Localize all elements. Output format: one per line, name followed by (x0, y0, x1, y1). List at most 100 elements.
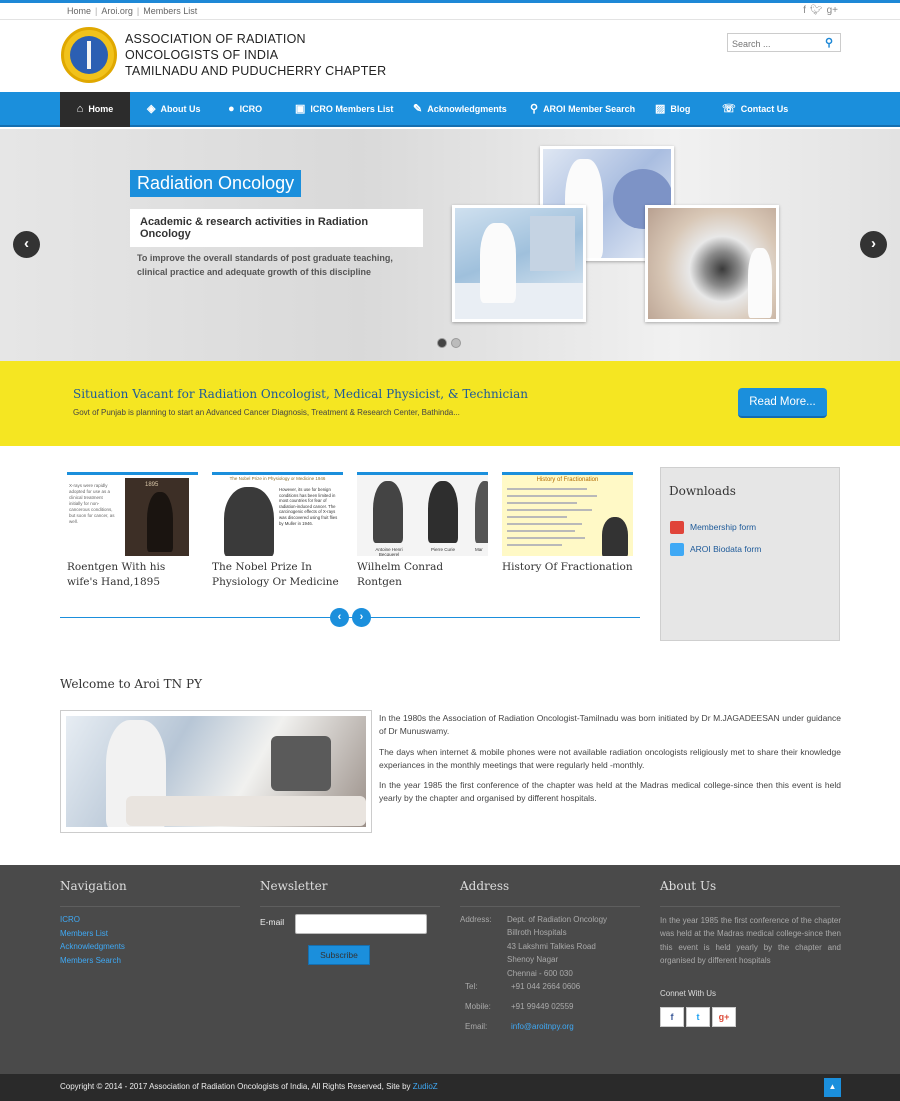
nav-item-contact-us[interactable]: ☏ Contact Us (722, 92, 788, 127)
slide-photo-linac (452, 205, 586, 322)
text-line (507, 530, 575, 532)
subscribe-button[interactable]: Subscribe (308, 945, 370, 965)
downloads-panel: Downloads Membership form AROI Biodata f… (660, 467, 840, 641)
search-box: ⚲ (727, 33, 841, 53)
portrait-figure (224, 487, 274, 556)
welcome-image (60, 710, 372, 833)
read-more-button[interactable]: Read More... (738, 388, 827, 418)
scientist-name: Antoine Henri Becquerel (375, 547, 403, 556)
top-link-members-list[interactable]: Members List (143, 6, 197, 16)
vacancy-banner: Situation Vacant for Radiation Oncologis… (0, 361, 900, 446)
footer-link-icro[interactable]: ICRO (60, 915, 80, 924)
carousel-item[interactable]: Antoine Henri Becquerel Pierre Curie Mar… (357, 472, 488, 590)
newsletter-email-label: E-mail (260, 917, 285, 927)
nurse-figure (748, 248, 772, 318)
copyright-text: Copyright © 2014 - 2017 Association of R… (60, 1082, 438, 1091)
slider-next-button[interactable]: › (860, 231, 887, 258)
logo-emblem (70, 36, 108, 74)
download-biodata-form[interactable]: AROI Biodata form (670, 543, 761, 556)
slider-pagination (437, 335, 465, 353)
twitter-icon[interactable]: 🐦︎ (810, 5, 823, 16)
footer-link-members-list[interactable]: Members List (60, 929, 108, 938)
search-input[interactable] (728, 35, 814, 53)
nav-item-acknowledgments[interactable]: ✎ Acknowledgments (413, 92, 507, 127)
welcome-paragraph: The days when internet & mobile phones w… (379, 746, 841, 770)
top-social: f 🐦︎ g+ (799, 5, 838, 16)
downloads-title: Downloads (669, 484, 736, 498)
carousel-caption[interactable]: History Of Fractionation (502, 560, 633, 575)
carousel-image-fractionation: History of Fractionation (502, 472, 633, 556)
carousel-image-title: The Nobel Prize in Physiology or Medicin… (229, 476, 326, 481)
download-icon (670, 543, 684, 556)
text-line (507, 509, 592, 511)
portrait-figure (147, 492, 173, 552)
portrait-figure (428, 481, 458, 543)
slide-description: To improve the overall standards of post… (137, 253, 393, 277)
edit-icon: ✎ (413, 103, 423, 115)
carousel-divider (60, 617, 640, 618)
download-membership-form[interactable]: Membership form (670, 521, 756, 534)
nav-item-icro-members-list[interactable]: ▣ ICRO Members List (295, 92, 393, 127)
email-label: Email: (465, 1022, 488, 1031)
footer-navigation-title: Navigation (60, 879, 127, 893)
carousel-item[interactable]: History of Fractionation History Of Frac… (502, 472, 633, 575)
footer-link-members-search[interactable]: Members Search (60, 956, 121, 965)
text-line (507, 516, 567, 518)
id-card-icon: ▣ (295, 103, 306, 115)
linac-head (530, 216, 575, 271)
slider-dot-1[interactable] (437, 338, 447, 348)
address-line: 43 Lakshmi Talkies Road (507, 942, 596, 951)
top-link-home[interactable]: Home (67, 6, 91, 16)
org-name-line-3: TAMILNADU AND PUDUCHERRY CHAPTER (125, 64, 387, 78)
newsletter-email-input[interactable] (295, 914, 427, 934)
carousel-item[interactable]: The Nobel Prize in Physiology or Medicin… (212, 472, 343, 590)
carousel-item[interactable]: X-rays were rapidly adopted for use as a… (67, 472, 198, 590)
footer-divider (460, 906, 640, 907)
layers-icon: ◈ (147, 103, 156, 115)
back-to-top-button[interactable]: ▲ (824, 1078, 841, 1097)
facebook-icon[interactable]: f (803, 5, 806, 16)
twitter-icon[interactable]: t (686, 1007, 710, 1027)
carousel-caption[interactable]: Wilhelm Conrad Rontgen (357, 560, 488, 590)
doctor-patient-photo (66, 716, 366, 827)
slider-dot-2[interactable] (451, 338, 461, 348)
text-line (507, 502, 577, 504)
nav-item-blog[interactable]: ▨ Blog (655, 92, 690, 127)
address-label: Address: (460, 915, 492, 924)
top-link-aroi[interactable]: Aroi.org (101, 6, 133, 16)
portrait-figure (373, 481, 403, 543)
search-icon[interactable]: ⚲ (825, 36, 833, 49)
google-plus-icon[interactable]: g+ (827, 5, 838, 16)
carousel-image-text: X-rays were rapidly adopted for use as a… (69, 483, 115, 524)
footer-about-title: About Us (660, 879, 717, 893)
aroi-logo[interactable] (61, 27, 117, 83)
technician-figure (480, 223, 516, 303)
nav-item-aroi-member-search[interactable]: ⚲ AROI Member Search (530, 92, 635, 127)
carousel-image-text: However, its use for benign conditions h… (279, 487, 338, 526)
download-label: Membership form (690, 521, 757, 532)
nav-item-about-us[interactable]: ◈ About Us (147, 92, 200, 127)
carousel-next-button[interactable]: › (352, 608, 371, 627)
nav-label: Blog (670, 104, 691, 114)
slider-prev-button[interactable]: ‹ (13, 231, 40, 258)
carousel-prev-button[interactable]: ‹ (330, 608, 349, 627)
email-link[interactable]: info@aroitnpy.org (511, 1022, 574, 1031)
photo-year: 1895 (145, 482, 159, 488)
studio-link[interactable]: ZudioZ (413, 1082, 438, 1091)
portrait-figure (475, 481, 488, 543)
address-line: Dept. of Radiation Oncology (507, 915, 608, 924)
welcome-paragraph: In the year 1985 the first conference of… (379, 780, 841, 804)
image-icon: ▨ (655, 103, 666, 115)
nav-item-icro[interactable]: ● ICRO (228, 92, 262, 127)
home-icon: ⌂ (76, 103, 84, 115)
google-plus-icon[interactable]: g+ (712, 1007, 736, 1027)
roentgen-photo: 1895 (125, 478, 189, 556)
footer-link-acknowledgments[interactable]: Acknowledgments (60, 942, 125, 951)
carousel-caption[interactable]: The Nobel Prize In Physiology Or Medicin… (212, 560, 343, 590)
copyright-bar: Copyright © 2014 - 2017 Association of R… (0, 1074, 900, 1101)
facebook-icon[interactable]: f (660, 1007, 684, 1027)
separator: | (95, 6, 98, 16)
footer-divider (660, 906, 840, 907)
carousel-caption[interactable]: Roentgen With his wife's Hand,1895 (67, 560, 198, 590)
nav-item-home[interactable]: ⌂ Home (60, 92, 130, 127)
